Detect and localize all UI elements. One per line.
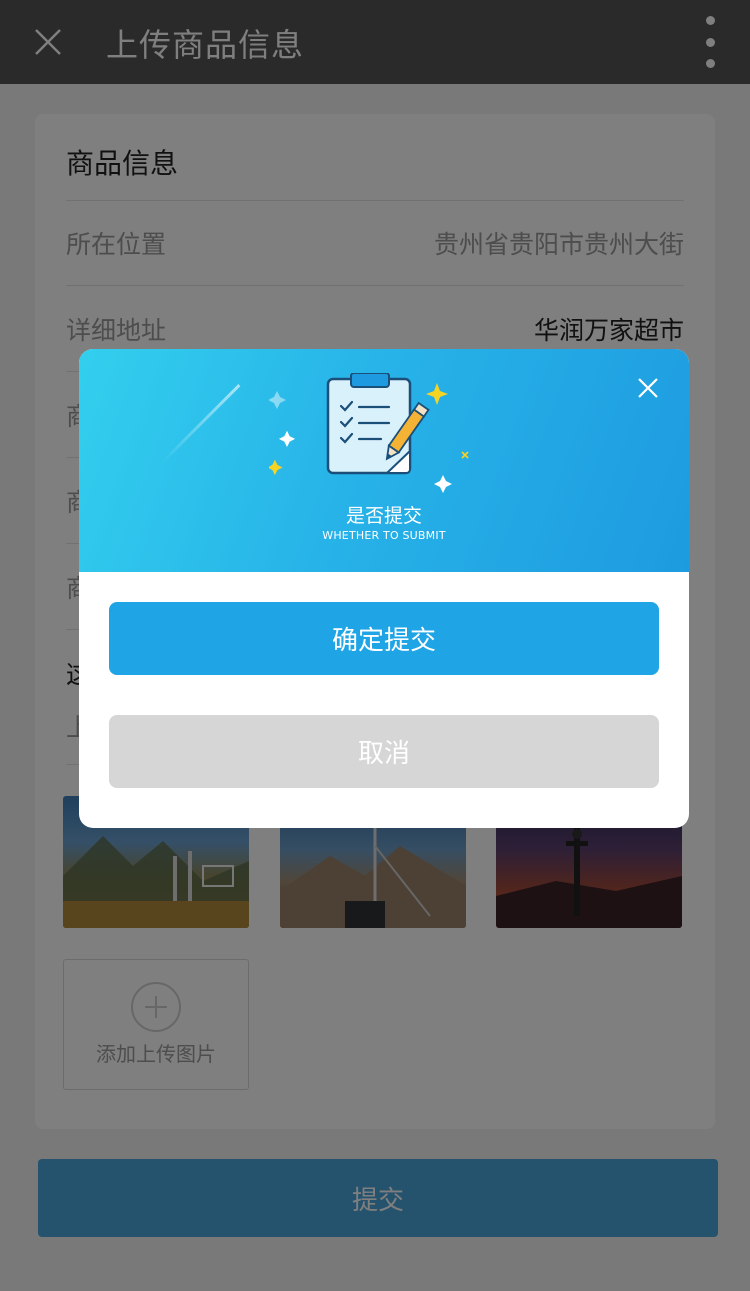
- dialog-title: 是否提交: [345, 505, 422, 527]
- page: 上传商品信息 商品信息 所在位置 贵州省贵阳市贵州大街 详细地址 华润万家超市 …: [0, 0, 750, 1291]
- clipboard-pencil-icon: [269, 373, 469, 493]
- decorative-streak: [160, 384, 241, 464]
- submit-confirm-dialog: 是否提交 WHETHER TO SUBMIT 确定提交 取消: [79, 349, 689, 828]
- dialog-close-button[interactable]: [633, 373, 663, 403]
- confirm-submit-button[interactable]: 确定提交: [109, 602, 659, 675]
- dialog-subtitle: WHETHER TO SUBMIT: [322, 529, 446, 542]
- dialog-header: 是否提交 WHETHER TO SUBMIT: [79, 349, 689, 572]
- small-cross-sparkle: [461, 451, 469, 459]
- cancel-button[interactable]: 取消: [109, 715, 659, 788]
- close-icon: [638, 378, 658, 398]
